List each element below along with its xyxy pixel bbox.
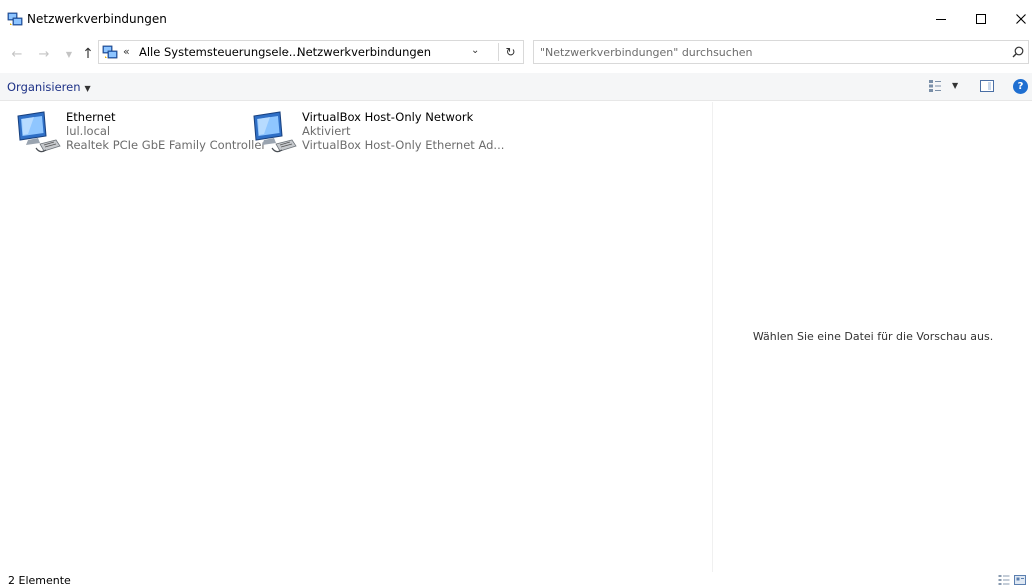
status-bar: 2 Elemente (0, 572, 1032, 588)
network-connections-icon (7, 12, 23, 26)
preview-pane: Wählen Sie eine Datei für die Vorschau a… (712, 102, 1032, 572)
close-button[interactable] (998, 0, 1032, 38)
help-button[interactable]: ? (1013, 79, 1028, 94)
preview-message: Wählen Sie eine Datei für die Vorschau a… (752, 330, 994, 343)
window-title: Netzwerkverbindungen (27, 12, 167, 26)
breadcrumb-overflow-button[interactable]: « (123, 45, 130, 58)
network-adapter-icon (17, 111, 61, 153)
connection-status: lul.local (66, 124, 111, 138)
control-panel-icon (102, 45, 118, 59)
search-input[interactable] (540, 44, 1000, 60)
preview-pane-button[interactable] (980, 80, 994, 92)
large-icons-view-icon[interactable] (1014, 574, 1026, 586)
network-adapter-icon (253, 111, 297, 153)
search-icon[interactable] (1011, 45, 1025, 59)
up-button[interactable]: ↑ (80, 46, 96, 62)
maximize-icon (975, 14, 986, 24)
connections-list: Ethernet lul.local Realtek PCIe GbE Fami… (0, 102, 712, 572)
connection-item-ethernet[interactable]: Ethernet lul.local Realtek PCIe GbE Fami… (14, 108, 266, 156)
back-button[interactable]: ← (9, 46, 25, 62)
connection-name: Ethernet (66, 110, 116, 124)
breadcrumb-network-connections[interactable]: Netzwerkverbindungen (297, 45, 431, 59)
address-bar[interactable]: « Alle Systemsteuerungsele... › Netzwerk… (98, 40, 524, 64)
minimize-button[interactable] (918, 0, 963, 38)
search-box[interactable] (533, 40, 1029, 64)
connection-device: Realtek PCIe GbE Family Controller (66, 138, 267, 152)
close-icon (1015, 14, 1026, 24)
forward-button[interactable]: → (36, 46, 52, 62)
organize-button[interactable]: Organisieren ▼ (7, 80, 91, 94)
refresh-button[interactable]: ↻ (498, 43, 522, 61)
item-count: 2 Elemente (8, 574, 71, 587)
address-dropdown-button[interactable]: ⌄ (471, 45, 479, 56)
view-options-button[interactable]: ▼ (952, 81, 958, 90)
change-view-icon[interactable] (928, 79, 942, 93)
breadcrumb-separator[interactable]: › (285, 45, 289, 58)
connection-item-virtualbox[interactable]: VirtualBox Host-Only Network Aktiviert V… (250, 108, 504, 156)
connection-name: VirtualBox Host-Only Network (302, 110, 474, 124)
connection-status: Aktiviert (302, 124, 351, 138)
organize-label: Organisieren (7, 80, 81, 94)
details-view-icon[interactable] (998, 574, 1010, 586)
title-bar: Netzwerkverbindungen (0, 0, 1032, 38)
minimize-icon (935, 19, 946, 20)
breadcrumb-control-panel-items[interactable]: Alle Systemsteuerungsele... (139, 45, 300, 59)
maximize-button[interactable] (958, 0, 1003, 38)
connection-device: VirtualBox Host-Only Ethernet Ad... (302, 138, 505, 152)
breadcrumb-separator[interactable]: › (417, 45, 421, 58)
chevron-down-icon: ▼ (84, 84, 91, 93)
recent-locations-button[interactable]: ▼ (61, 46, 77, 62)
command-bar: Organisieren ▼ ▼ ? (0, 73, 1032, 101)
